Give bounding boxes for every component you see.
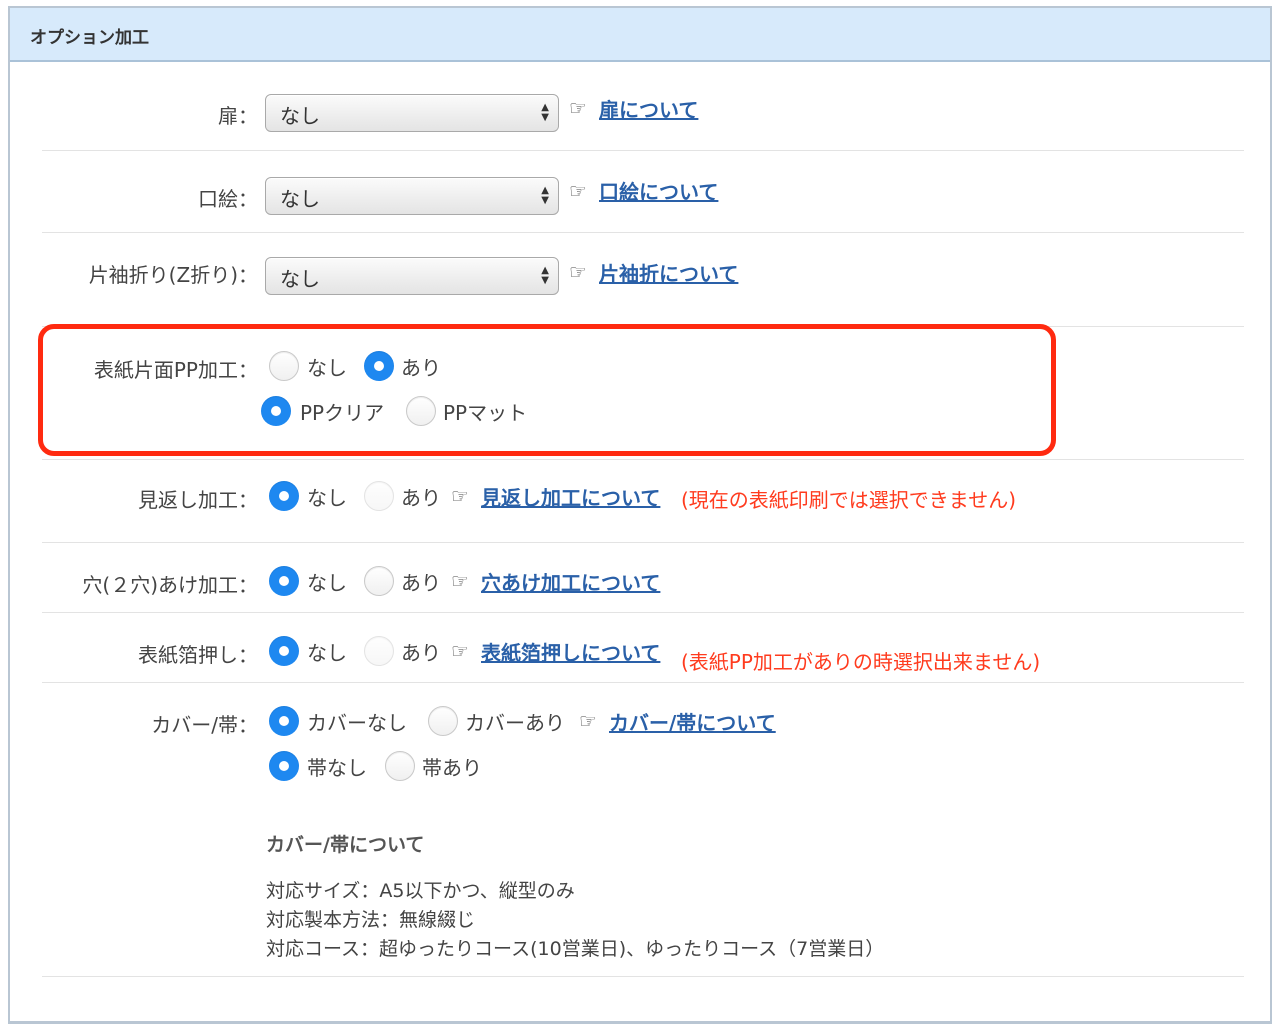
kuchie-info-link[interactable]: 口絵について	[599, 176, 718, 205]
section-title: オプション加工	[30, 28, 149, 48]
row-divider	[42, 682, 1244, 683]
row-divider	[42, 232, 1244, 233]
mikaeshi-warning: (現在の表紙印刷では選択できません)	[681, 488, 1017, 512]
row-divider	[42, 459, 1244, 460]
row-divider	[42, 150, 1244, 151]
mikaeshi-info-link[interactable]: 見返し加工について	[481, 482, 660, 511]
ana-label: 穴(２穴)あけ加工：	[82, 573, 258, 597]
row-divider	[42, 542, 1244, 543]
hakuoshi-info-link[interactable]: 表紙箔押しについて	[481, 637, 660, 666]
pointing-hand-icon: ☞	[569, 260, 587, 284]
mikaeshi-label: 見返し加工：	[138, 488, 258, 512]
hakuoshi-label: 表紙箔押し：	[138, 643, 258, 667]
tobira-select[interactable]: なし ▲ ▼	[265, 94, 559, 132]
pp-highlight-box	[38, 324, 1056, 456]
ana-yes-radio[interactable]	[364, 566, 394, 596]
cover-note-line: 対応製本方法：無線綴じ	[266, 909, 476, 931]
katasode-info-link[interactable]: 片袖折について	[599, 258, 738, 287]
option-processing-panel: オプション加工 扉： なし ▲ ▼ ☞ 扉について 口絵： なし ▲ ▼ ☞ 口絵に…	[8, 6, 1272, 1024]
mikaeshi-yes-label: あり	[401, 486, 441, 510]
up-down-arrows-icon: ▲ ▼	[541, 265, 549, 286]
mikaeshi-none-label: なし	[307, 486, 347, 510]
pointing-hand-icon: ☞	[569, 96, 587, 120]
cover-note-title: カバー/帯について	[266, 834, 425, 856]
ana-yes-label: あり	[401, 571, 441, 595]
cover-info-link[interactable]: カバー/帯について	[609, 707, 776, 736]
up-down-arrows-icon: ▲ ▼	[541, 102, 549, 123]
katasode-select-value: なし	[280, 267, 320, 291]
hakuoshi-yes-radio[interactable]	[364, 636, 394, 666]
hakuoshi-warning: (表紙PP加工がありの時選択出来ません)	[681, 650, 1041, 674]
ana-none-radio[interactable]	[269, 566, 299, 596]
panel-bottom-border	[8, 1021, 1272, 1024]
mikaeshi-yes-radio[interactable]	[364, 481, 394, 511]
up-down-arrows-icon: ▲ ▼	[541, 185, 549, 206]
cover-yes-radio[interactable]	[428, 706, 458, 736]
pointing-hand-icon: ☞	[451, 484, 469, 508]
cover-note-line: 対応コース：超ゆったりコース(10営業日)、ゆったりコース（7営業日）	[266, 938, 885, 960]
section-header: オプション加工	[10, 8, 1270, 62]
tobira-select-value: なし	[280, 104, 320, 128]
cover-none-label: カバーなし	[307, 711, 407, 735]
kuchie-label: 口絵：	[198, 187, 258, 211]
katasode-label: 片袖折り(Z折り)：	[88, 263, 258, 287]
tobira-label: 扉：	[218, 104, 258, 128]
pointing-hand-icon: ☞	[569, 179, 587, 203]
tobira-info-link[interactable]: 扉について	[599, 94, 698, 123]
kuchie-select-value: なし	[280, 187, 320, 211]
hakuoshi-none-radio[interactable]	[269, 636, 299, 666]
kuchie-select[interactable]: なし ▲ ▼	[265, 177, 559, 215]
obi-none-radio[interactable]	[269, 751, 299, 781]
hakuoshi-yes-label: あり	[401, 641, 441, 665]
cover-label: カバー/帯：	[151, 713, 258, 737]
katasode-select[interactable]: なし ▲ ▼	[265, 257, 559, 295]
obi-none-label: 帯なし	[307, 756, 367, 780]
pointing-hand-icon: ☞	[451, 569, 469, 593]
mikaeshi-none-radio[interactable]	[269, 481, 299, 511]
ana-info-link[interactable]: 穴あけ加工について	[481, 567, 660, 596]
obi-yes-radio[interactable]	[385, 751, 415, 781]
pointing-hand-icon: ☞	[579, 709, 597, 733]
cover-note-line: 対応サイズ：A5以下かつ、縦型のみ	[266, 880, 575, 902]
row-divider	[42, 612, 1244, 613]
obi-yes-label: 帯あり	[422, 756, 482, 780]
pointing-hand-icon: ☞	[451, 639, 469, 663]
cover-none-radio[interactable]	[269, 706, 299, 736]
row-divider	[42, 976, 1244, 977]
hakuoshi-none-label: なし	[307, 641, 347, 665]
cover-yes-label: カバーあり	[465, 711, 565, 735]
ana-none-label: なし	[307, 571, 347, 595]
